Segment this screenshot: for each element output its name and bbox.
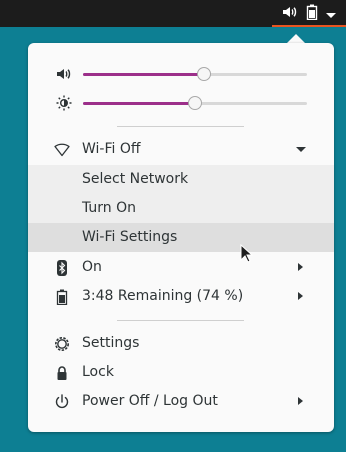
battery-icon: [306, 4, 318, 24]
wifi-turn-on[interactable]: Turn On: [28, 194, 334, 223]
lock-row[interactable]: Lock: [28, 358, 334, 387]
settings-row[interactable]: Settings: [28, 329, 334, 358]
settings-label: Settings: [82, 335, 140, 351]
brightness-slider[interactable]: [83, 96, 307, 110]
power-icon: [54, 394, 70, 410]
lock-icon: [54, 365, 70, 381]
bluetooth-row[interactable]: On: [28, 253, 334, 282]
wifi-settings[interactable]: Wi-Fi Settings: [28, 223, 334, 252]
system-menu: Wi-Fi Off Select Network Turn On Wi-Fi S…: [28, 43, 334, 432]
audio-volume-icon: [56, 66, 72, 82]
chevron-right-icon: [298, 263, 303, 271]
wifi-settings-label: Wi-Fi Settings: [82, 229, 178, 245]
separator: [117, 320, 244, 321]
bluetooth-icon: [54, 260, 70, 276]
settings-icon: [54, 336, 70, 352]
chevron-right-icon: [298, 292, 303, 300]
volume-slider[interactable]: [83, 67, 307, 81]
power-row[interactable]: Power Off / Log Out: [28, 387, 334, 416]
power-label: Power Off / Log Out: [82, 393, 218, 409]
brightness-slider-handle[interactable]: [188, 96, 202, 110]
wifi-turn-on-label: Turn On: [82, 200, 137, 216]
chevron-down-icon: [296, 147, 306, 152]
top-bar: [0, 0, 346, 27]
lock-label: Lock: [82, 364, 114, 380]
volume-icon: [282, 4, 298, 24]
wifi-icon: [54, 142, 70, 158]
volume-slider-handle[interactable]: [197, 67, 211, 81]
wifi-row[interactable]: Wi-Fi Off: [28, 135, 334, 164]
brightness-slider-fill: [83, 102, 195, 105]
system-indicators[interactable]: [272, 0, 346, 27]
battery-icon: [54, 289, 70, 306]
wifi-select-network[interactable]: Select Network: [28, 165, 334, 194]
volume-row: [28, 64, 334, 84]
active-indicator-underline: [272, 25, 346, 27]
dropdown-icon: [326, 4, 336, 23]
wifi-label: Wi-Fi Off: [82, 141, 141, 157]
brightness-icon: [56, 95, 72, 111]
bluetooth-label: On: [82, 259, 102, 275]
mouse-cursor-icon: [240, 243, 254, 268]
volume-slider-fill: [83, 73, 204, 76]
wifi-select-network-label: Select Network: [82, 171, 189, 187]
brightness-row: [28, 93, 334, 113]
battery-label: 3:48 Remaining (74 %): [82, 288, 244, 304]
battery-row[interactable]: 3:48 Remaining (74 %): [28, 282, 334, 311]
chevron-right-icon: [298, 397, 303, 405]
separator: [117, 126, 244, 127]
